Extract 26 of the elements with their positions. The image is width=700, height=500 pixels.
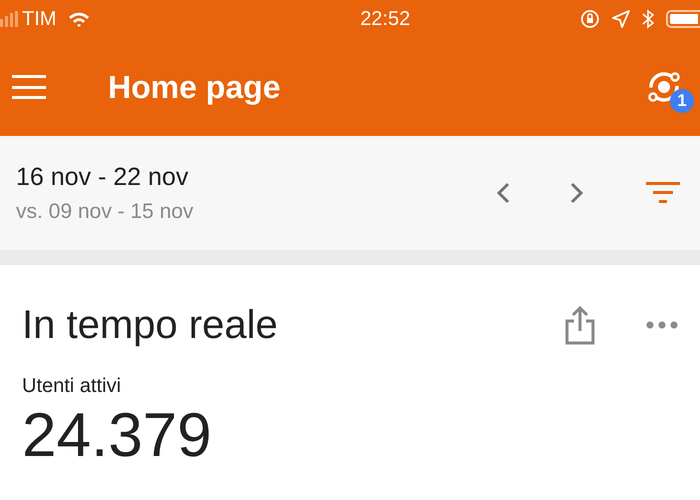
comparison-range: vs. 09 nov - 15 nov: [16, 199, 194, 225]
chevron-left-icon: [496, 182, 510, 204]
menu-button[interactable]: [12, 75, 46, 99]
carrier-name: TIM: [22, 7, 56, 32]
metric-label: Utenti attivi: [22, 374, 122, 399]
location-icon: [612, 10, 630, 28]
battery-icon: [666, 10, 700, 28]
card-title: In tempo reale: [22, 302, 278, 349]
filter-icon: [646, 182, 680, 204]
status-time: 22:52: [360, 7, 410, 32]
share-icon: [564, 305, 596, 345]
notification-badge: 1: [670, 89, 694, 113]
bluetooth-icon: [642, 9, 654, 29]
metric-value: 24.379: [22, 405, 213, 467]
page-title: Home page: [108, 68, 280, 107]
date-range: 16 nov - 22 nov: [16, 162, 190, 192]
more-button[interactable]: [646, 321, 678, 329]
filter-button[interactable]: [646, 182, 680, 204]
next-button[interactable]: [570, 182, 584, 204]
signal-icon: [0, 11, 18, 27]
share-button[interactable]: [564, 305, 596, 345]
chevron-right-icon: [570, 182, 584, 204]
more-icon: [646, 321, 678, 329]
wifi-icon: [68, 11, 90, 27]
rotation-lock-icon: [580, 9, 600, 29]
previous-button[interactable]: [496, 182, 510, 204]
